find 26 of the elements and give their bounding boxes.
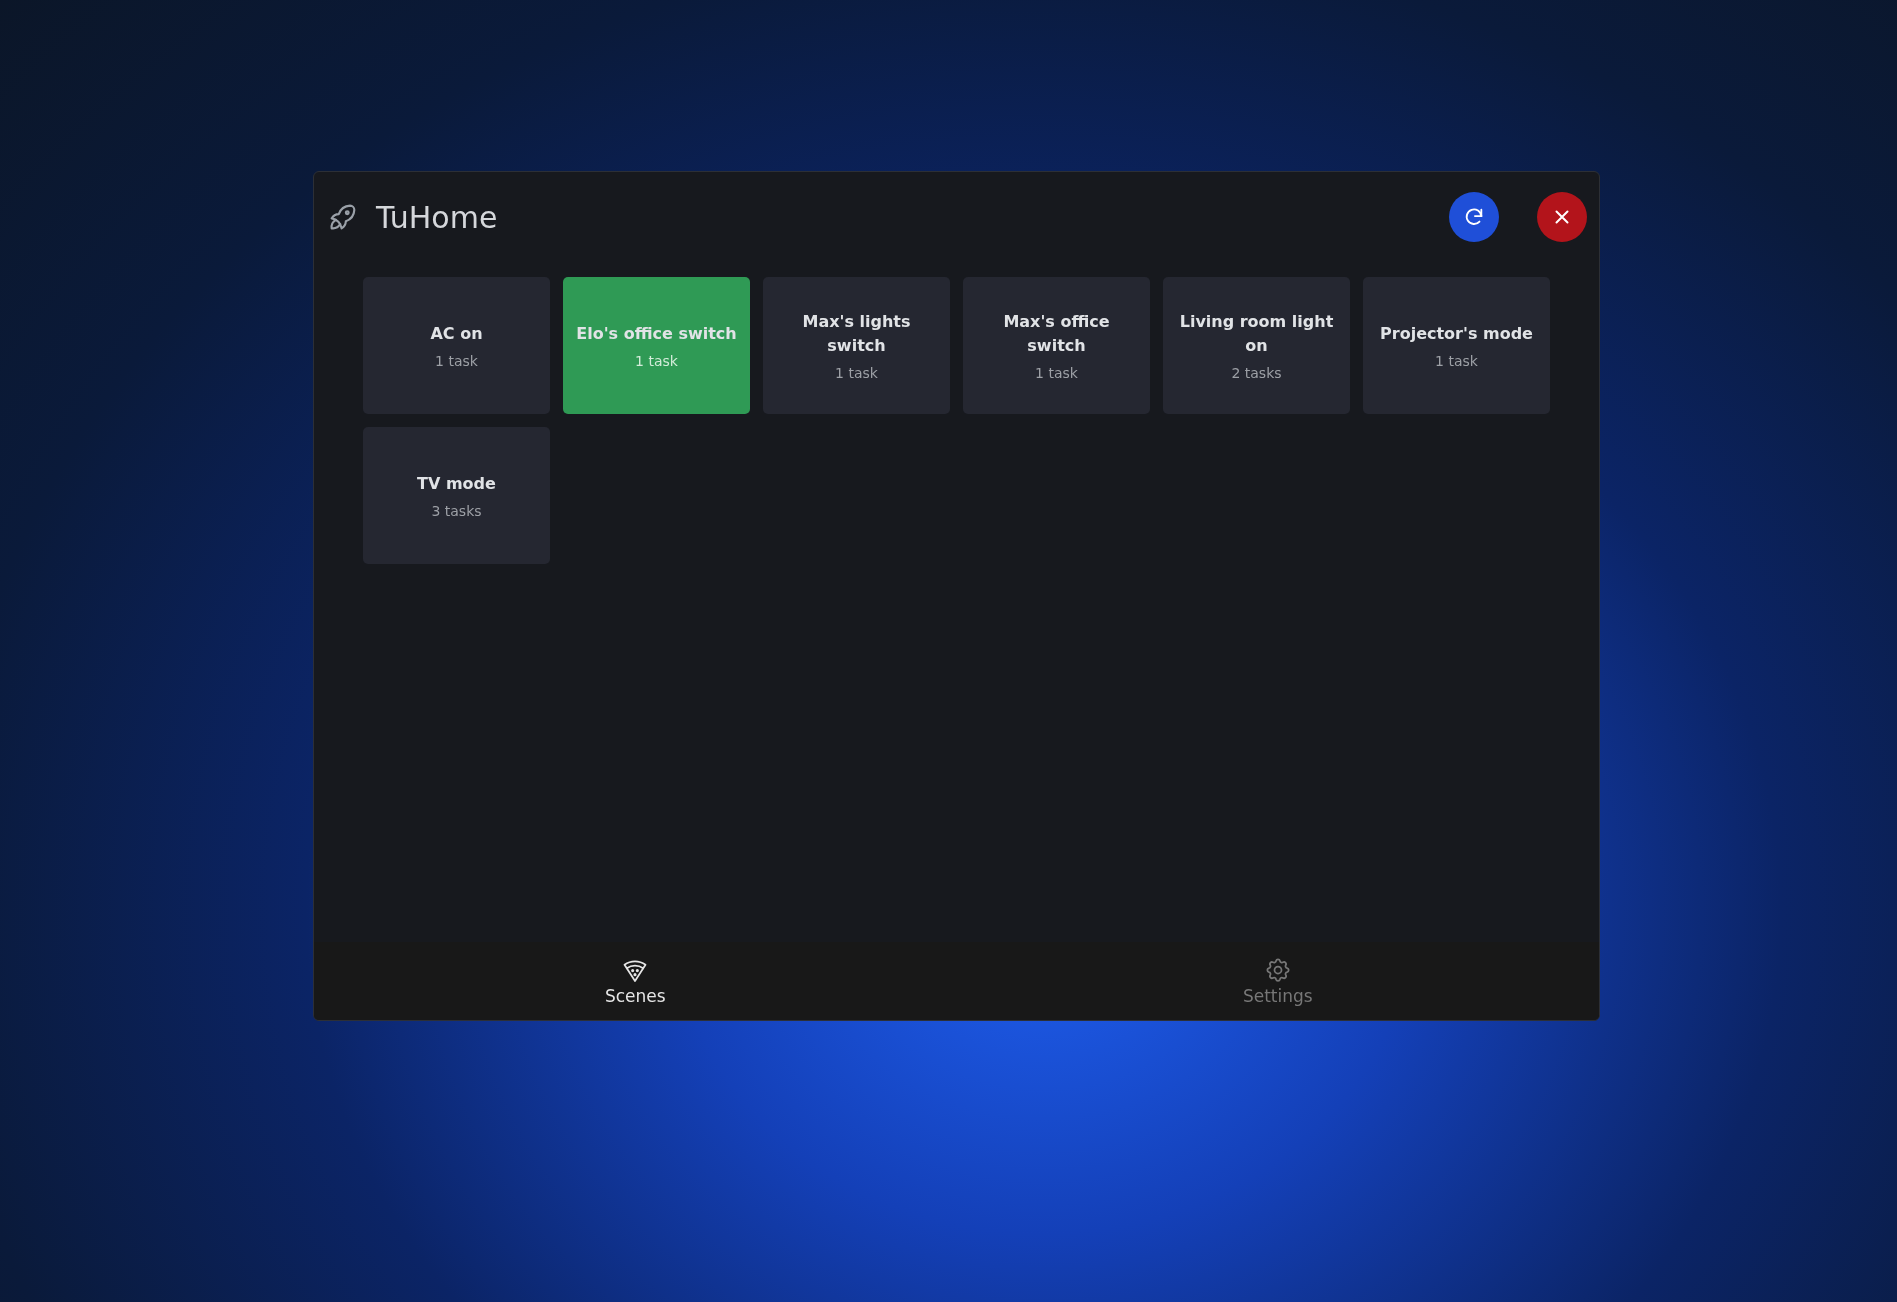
scene-card[interactable]: Max's lights switch 1 task	[763, 277, 950, 414]
scene-card[interactable]: Living room light on 2 tasks	[1163, 277, 1350, 414]
refresh-icon	[1463, 206, 1485, 228]
task-count: 3 tasks	[431, 503, 482, 520]
scene-name: Max's lights switch	[801, 311, 912, 357]
refresh-button[interactable]	[1449, 192, 1499, 242]
scene-name: Projector's mode	[1380, 322, 1533, 345]
nav-tab[interactable]: Scenes	[314, 942, 957, 1020]
task-count: 1 task	[635, 353, 678, 370]
scene-name: AC on	[430, 322, 483, 345]
scene-card[interactable]: Projector's mode 1 task	[1363, 277, 1550, 414]
close-button[interactable]	[1537, 192, 1587, 242]
scene-card[interactable]: AC on 1 task	[363, 277, 550, 414]
task-count: 1 task	[435, 353, 478, 370]
scene-name: TV mode	[417, 472, 496, 495]
nav-tab[interactable]: Settings	[956, 942, 1599, 1020]
scene-name: Max's office switch	[1002, 311, 1111, 357]
task-count: 2 tasks	[1231, 364, 1282, 381]
task-count: 1 task	[835, 364, 878, 381]
scene-card[interactable]: Max's office switch 1 task	[963, 277, 1150, 414]
scene-card[interactable]: TV mode 3 tasks	[363, 427, 550, 564]
scene-name: Living room light on	[1178, 311, 1335, 357]
task-count: 1 task	[1035, 364, 1078, 381]
window-title: TuHome	[376, 199, 498, 235]
scene-name: Elo's office switch	[576, 322, 737, 345]
task-count: 1 task	[1435, 353, 1478, 370]
